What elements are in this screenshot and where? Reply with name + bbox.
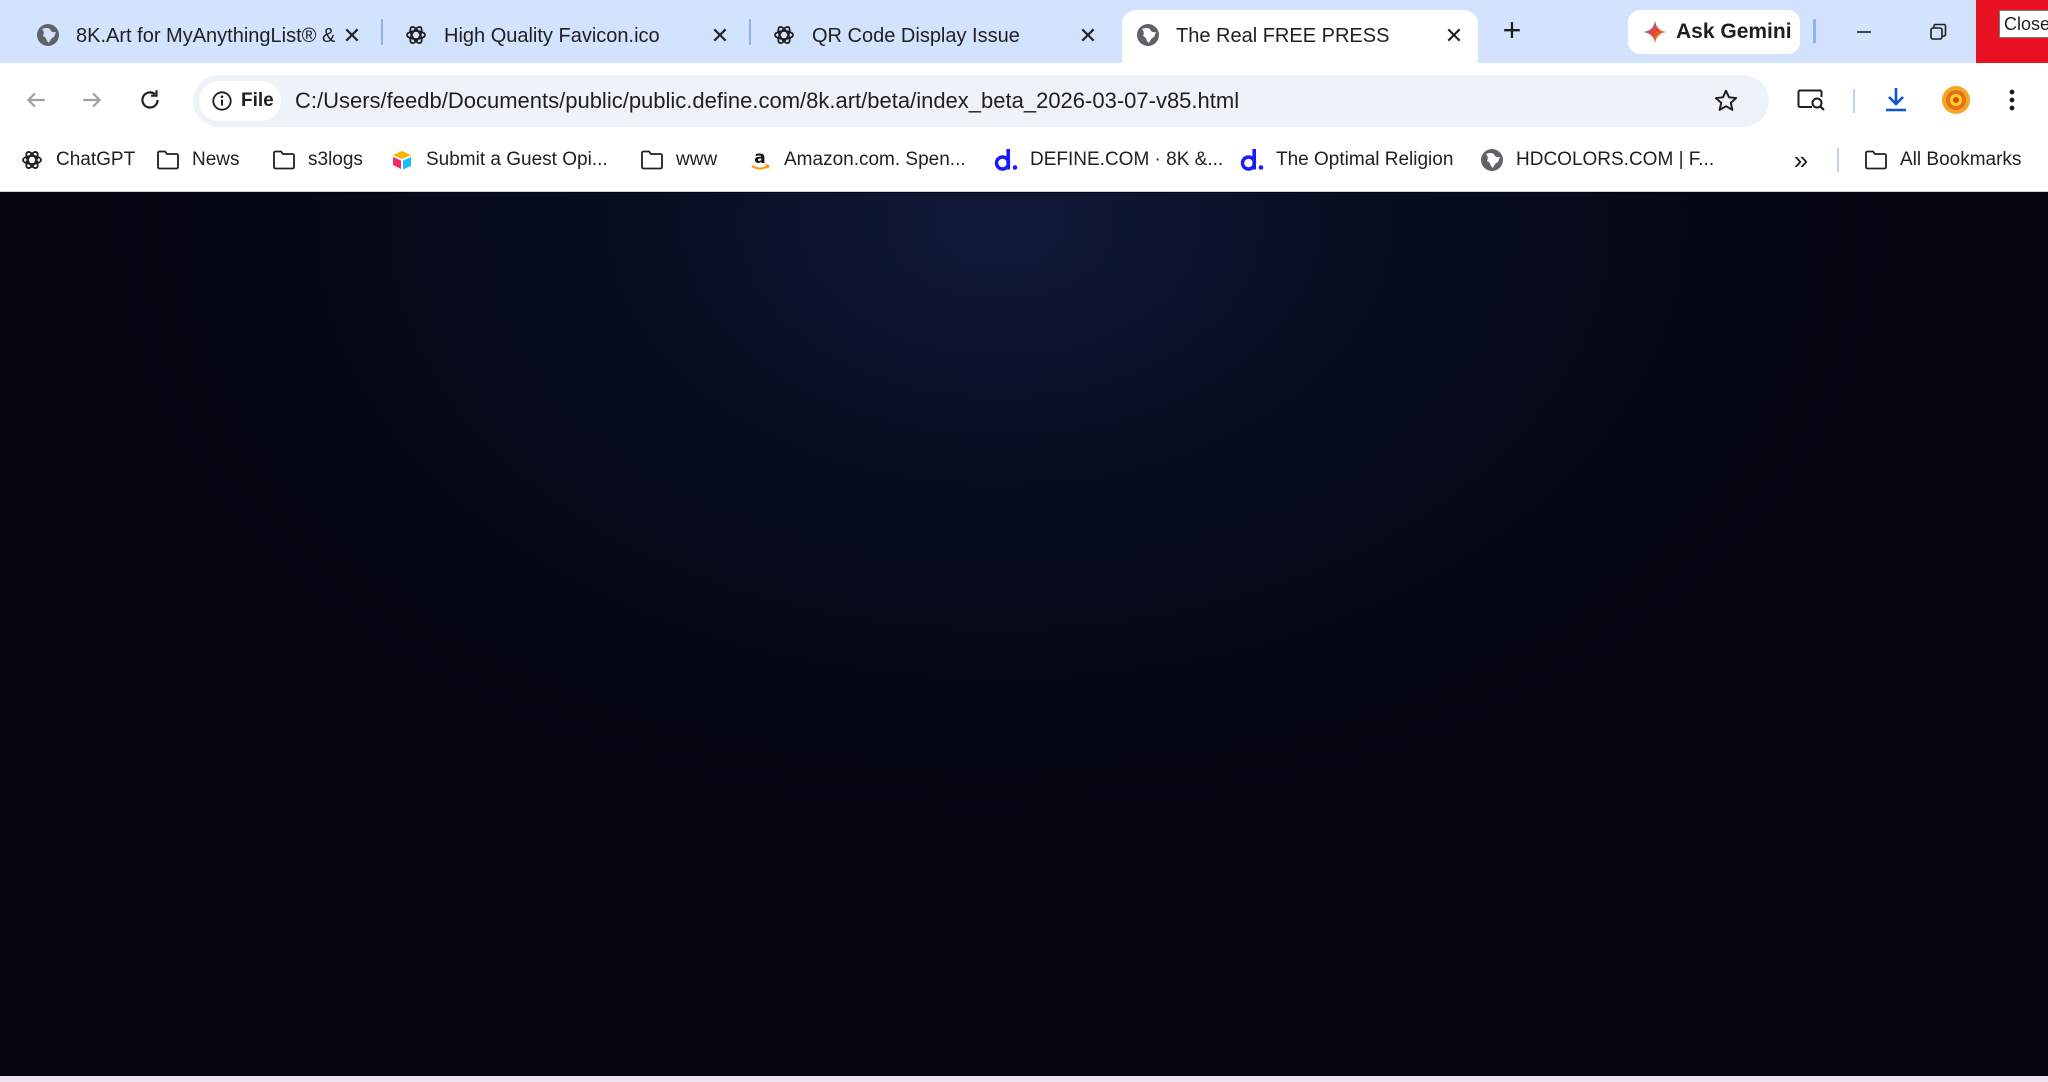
globe-icon	[1137, 24, 1159, 46]
globe-icon	[37, 24, 59, 46]
kebab-menu-icon	[2009, 89, 2015, 111]
bookmark-label: The Optimal Religion	[1276, 149, 1454, 170]
folder-icon	[273, 150, 295, 170]
tab-separator	[749, 19, 751, 45]
ask-gemini-label: Ask Gemini	[1676, 20, 1792, 43]
window-bottom-edge	[0, 1076, 2048, 1082]
tab-strip: 8K.Art for MyAnythingList® & ✕ High Qual…	[0, 0, 2048, 63]
tab-title: 8K.Art for MyAnythingList® &	[76, 25, 336, 47]
forward-button[interactable]	[72, 80, 112, 120]
tab-real-free-press[interactable]: The Real FREE PRESS ✕	[1122, 10, 1478, 63]
airtable-icon	[393, 151, 411, 170]
bookmark-define[interactable]: DEFINE.COM · 8K &...	[994, 140, 1223, 180]
url-text[interactable]: C:/Users/feedb/Documents/public/public.d…	[295, 87, 1239, 115]
site-info-chip[interactable]: File	[199, 81, 281, 121]
bookmark-optimal-religion[interactable]: The Optimal Religion	[1240, 140, 1453, 180]
reload-button[interactable]	[130, 80, 170, 120]
amazon-icon: a	[751, 148, 770, 170]
arrow-left-icon	[26, 92, 45, 108]
downloads-button[interactable]	[1876, 80, 1916, 120]
ask-gemini-button[interactable]: Ask Gemini	[1628, 10, 1800, 54]
define-d-icon	[1240, 148, 1264, 172]
chatgpt-icon	[774, 26, 794, 44]
bookmark-label: HDCOLORS.COM | F...	[1516, 149, 1715, 170]
tab-qr-code[interactable]: QR Code Display Issue ✕	[758, 10, 1110, 63]
bookmark-label: News	[192, 149, 240, 170]
new-tab-button[interactable]: +	[1496, 12, 1528, 48]
globe-icon	[1481, 149, 1503, 171]
restore-button[interactable]	[1914, 10, 1962, 54]
bookmark-hdcolors[interactable]: HDCOLORS.COM | F...	[1480, 140, 1714, 180]
profile-avatar[interactable]	[1936, 80, 1976, 120]
bookmark-label: DEFINE.COM · 8K &...	[1030, 149, 1224, 170]
bookmarks-bar: ChatGPT News s3logs Submit a Guest Opi..…	[0, 140, 2048, 192]
back-button[interactable]	[16, 80, 56, 120]
bookmarks-separator	[1837, 148, 1839, 172]
bookmark-label: Submit a Guest Opi...	[426, 149, 608, 170]
screen-search-icon	[1797, 89, 1825, 111]
tab-close-icon[interactable]: ✕	[1074, 22, 1102, 50]
bookmark-folder-www[interactable]: www	[640, 140, 717, 180]
define-d-icon	[994, 148, 1018, 172]
close-tooltip: Close	[1999, 10, 2048, 38]
tab-favicon[interactable]: High Quality Favicon.ico ✕	[390, 10, 742, 63]
info-icon	[212, 91, 232, 111]
bookmark-folder-s3logs[interactable]: s3logs	[272, 140, 363, 180]
download-icon	[1886, 88, 1906, 112]
star-icon	[1714, 89, 1738, 111]
bookmark-star-button[interactable]	[1710, 85, 1742, 117]
all-bookmarks-button[interactable]: All Bookmarks	[1864, 140, 2021, 180]
tab-title: High Quality Favicon.ico	[444, 25, 660, 47]
tab-title: The Real FREE PRESS	[1176, 25, 1390, 47]
minimize-icon	[1857, 31, 1871, 33]
gemini-sparkle-icon	[1643, 20, 1667, 44]
bookmark-label: Amazon.com. Spen...	[784, 149, 966, 170]
bookmark-amazon[interactable]: a Amazon.com. Spen...	[748, 140, 966, 180]
bookmark-folder-news[interactable]: News	[156, 140, 240, 180]
folder-icon	[641, 150, 663, 170]
tab-close-icon[interactable]: ✕	[1440, 22, 1468, 50]
chatgpt-icon	[406, 26, 426, 44]
menu-button[interactable]	[1992, 80, 2032, 120]
chatgpt-icon	[22, 151, 42, 169]
site-info-label: File	[241, 90, 274, 111]
tab-separator	[381, 19, 383, 45]
all-bookmarks-label: All Bookmarks	[1900, 149, 2022, 170]
tab-title: QR Code Display Issue	[812, 25, 1020, 47]
arrow-right-icon	[83, 92, 102, 108]
svg-text:a: a	[754, 148, 765, 168]
toolbar: File C:/Users/feedb/Documents/public/pub…	[0, 63, 2048, 140]
strip-separator	[1813, 19, 1816, 43]
tab-close-icon[interactable]: ✕	[338, 22, 366, 50]
avatar-sun-icon	[1942, 86, 1970, 114]
minimize-button[interactable]	[1840, 10, 1888, 54]
bookmark-label: www	[676, 149, 718, 170]
address-bar[interactable]: File C:/Users/feedb/Documents/public/pub…	[193, 75, 1769, 127]
page-viewport[interactable]	[0, 193, 2048, 1076]
bookmark-guest-opinion[interactable]: Submit a Guest Opi...	[390, 140, 608, 180]
bookmark-chatgpt[interactable]: ChatGPT	[20, 140, 135, 180]
more-bookmarks-button[interactable]: »	[1786, 144, 1816, 176]
bookmark-label: s3logs	[308, 149, 363, 170]
toolbar-separator	[1853, 89, 1855, 113]
tab-8k-art[interactable]: 8K.Art for MyAnythingList® & ✕	[22, 10, 374, 63]
folder-icon	[1865, 150, 1887, 170]
folder-icon	[157, 150, 179, 170]
lens-search-button[interactable]	[1791, 80, 1831, 120]
bookmark-label: ChatGPT	[56, 149, 136, 170]
tab-close-icon[interactable]: ✕	[706, 22, 734, 50]
reload-icon	[141, 90, 159, 109]
restore-icon	[1930, 23, 1947, 40]
